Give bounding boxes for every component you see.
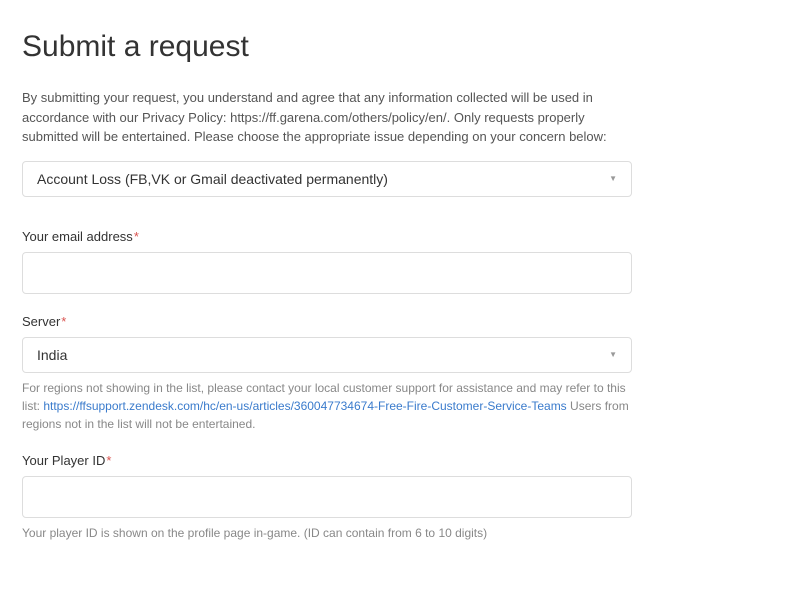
- email-label-text: Your email address: [22, 229, 133, 244]
- required-marker: *: [106, 453, 111, 468]
- server-value: India: [37, 347, 67, 363]
- player-id-label: Your Player ID*: [22, 453, 778, 468]
- server-helper-link[interactable]: https://ffsupport.zendesk.com/hc/en-us/a…: [43, 399, 566, 413]
- server-label: Server*: [22, 314, 778, 329]
- player-id-label-text: Your Player ID: [22, 453, 105, 468]
- server-select[interactable]: India ▼: [22, 337, 632, 373]
- chevron-down-icon: ▼: [609, 174, 617, 183]
- email-field[interactable]: [22, 252, 632, 294]
- player-id-helper-text: Your player ID is shown on the profile p…: [22, 524, 632, 542]
- player-id-field[interactable]: [22, 476, 632, 518]
- chevron-down-icon: ▼: [609, 350, 617, 359]
- required-marker: *: [61, 314, 66, 329]
- server-label-text: Server: [22, 314, 60, 329]
- issue-type-select[interactable]: Account Loss (FB,VK or Gmail deactivated…: [22, 161, 632, 197]
- email-label: Your email address*: [22, 229, 778, 244]
- required-marker: *: [134, 229, 139, 244]
- intro-text: By submitting your request, you understa…: [22, 88, 632, 147]
- page-title: Submit a request: [22, 30, 778, 64]
- issue-type-value: Account Loss (FB,VK or Gmail deactivated…: [37, 171, 388, 187]
- server-helper-text: For regions not showing in the list, ple…: [22, 379, 632, 433]
